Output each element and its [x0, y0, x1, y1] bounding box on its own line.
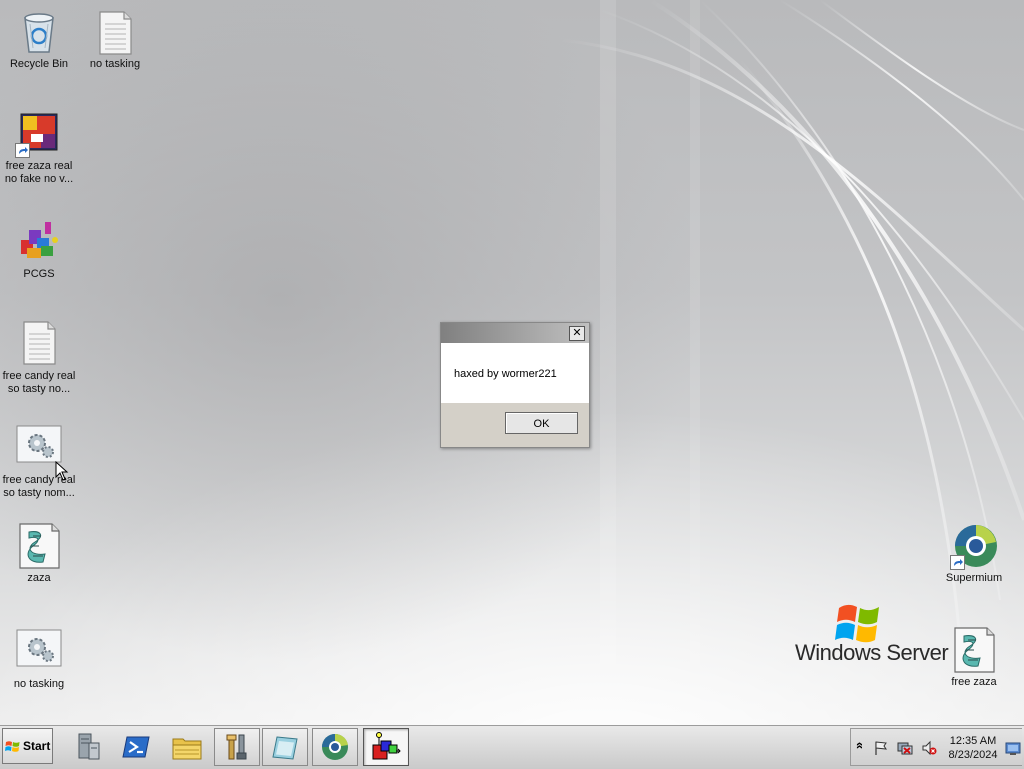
desktop-icon-label: free candy real so tasty no... [2, 370, 76, 395]
text-file-icon [91, 8, 139, 56]
taskbar-powershell[interactable] [114, 728, 160, 766]
dialog-message: haxed by wormer221 [454, 368, 557, 380]
system-tray: » 12:35 AM 8/23/2024 [850, 728, 1022, 766]
desktop-icon-zaza[interactable]: zaza [0, 522, 78, 585]
clock-date: 8/23/2024 [948, 749, 998, 761]
script-file-icon [15, 522, 63, 570]
desktop-icon-free-zaza-real[interactable]: free zaza real no fake no v... [0, 110, 78, 186]
desktop-icon-supermium[interactable]: Supermium [935, 522, 1013, 585]
recycle-bin-icon [15, 8, 63, 56]
pcgs-blocks-icon [15, 218, 63, 266]
shortcut-arrow-icon [950, 555, 965, 570]
server-manager-icon [78, 733, 100, 760]
message-dialog[interactable]: ✕ haxed by wormer221 OK [440, 322, 590, 448]
file-explorer-icon [172, 738, 202, 760]
desktop-icon-label: Recycle Bin [9, 58, 69, 70]
taskbar: Start » 12:35 AM 8/23/2024 [0, 725, 1024, 769]
powershell-icon [122, 736, 150, 758]
desktop-icon-label: free zaza [951, 676, 997, 688]
show-desktop-icon[interactable] [1005, 741, 1021, 757]
desktop-icon-no-tasking-text[interactable]: no tasking [76, 8, 154, 71]
taskbar-file-explorer[interactable] [164, 728, 210, 766]
desktop-icon-label: free zaza real no fake no v... [4, 160, 74, 185]
supermium-browser-icon [322, 733, 348, 760]
notepad-icon [272, 736, 298, 760]
desktop-icon-recycle-bin[interactable]: Recycle Bin [0, 8, 78, 71]
desktop-icon-label: Supermium [945, 572, 1003, 584]
settings-file-icon [15, 628, 63, 676]
taskbar-active-app[interactable] [363, 728, 409, 766]
volume-muted-icon[interactable] [921, 740, 937, 756]
clock-time: 12:35 AM [949, 735, 997, 747]
taskbar-supermium[interactable] [312, 728, 358, 766]
taskbar-server-manager[interactable] [64, 728, 110, 766]
desktop-icon-no-tasking-settings[interactable]: no tasking [0, 628, 78, 691]
windows-flag-icon [5, 740, 20, 752]
desktop-icon-label: zaza [27, 572, 51, 584]
close-icon: ✕ [572, 327, 582, 339]
taskbar-tools[interactable] [214, 728, 260, 766]
windows-flag-icon [835, 604, 879, 643]
clock[interactable]: 12:35 AM 8/23/2024 [941, 734, 1005, 762]
network-disconnected-icon[interactable] [897, 740, 913, 756]
start-label: Start [23, 739, 51, 753]
start-button[interactable]: Start [2, 728, 53, 764]
show-hidden-icons-button[interactable]: » [851, 742, 866, 749]
taskbar-notepad[interactable] [262, 728, 308, 766]
desktop-icon-free-zaza[interactable]: free zaza [935, 626, 1013, 689]
app-shortcut-icon [15, 110, 63, 158]
action-center-flag-icon[interactable] [873, 740, 889, 756]
desktop-icon-label: no tasking [13, 678, 65, 690]
shortcut-arrow-icon [15, 143, 30, 158]
tools-icon [226, 734, 247, 760]
ok-button[interactable]: OK [505, 412, 578, 434]
desktop-icon-label: no tasking [89, 58, 141, 70]
desktop-icon-pcgs[interactable]: PCGS [0, 218, 78, 281]
dialog-body: haxed by wormer221 [441, 343, 589, 403]
dialog-titlebar[interactable]: ✕ [441, 323, 589, 343]
supermium-browser-icon [950, 522, 998, 570]
close-button[interactable]: ✕ [569, 326, 585, 341]
script-file-icon [950, 626, 998, 674]
desktop[interactable]: Recycle Bin no tasking free zaza real no… [0, 0, 1024, 725]
desktop-icon-label: PCGS [23, 268, 55, 280]
desktop-icon-free-candy-text[interactable]: free candy real so tasty no... [0, 320, 78, 396]
mouse-cursor-icon [55, 461, 69, 481]
active-app-icon [372, 732, 401, 760]
text-file-icon [15, 320, 63, 368]
